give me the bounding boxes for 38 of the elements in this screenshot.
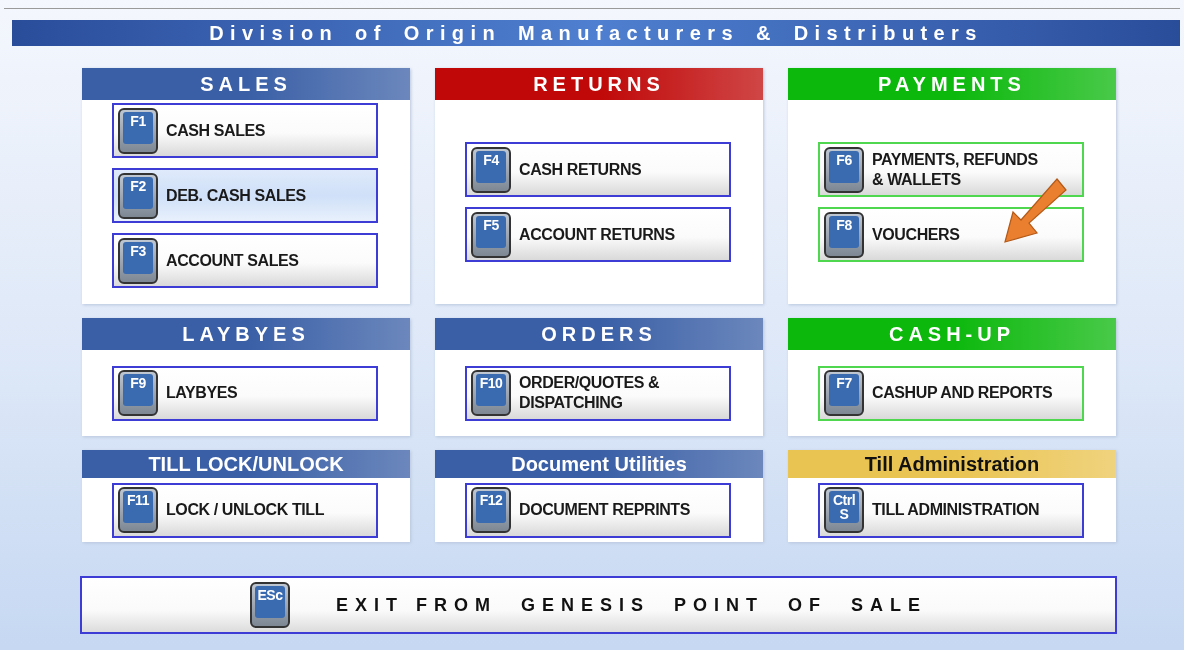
key-icon: F4 (471, 146, 511, 193)
key-icon: F2 (118, 172, 158, 219)
panel-heading: CASH-UP (788, 318, 1116, 350)
key-icon: F12 (471, 487, 511, 533)
key-icon: ESc (250, 582, 290, 628)
key-icon: F5 (471, 211, 511, 258)
menu-button[interactable]: F11 LOCK / UNLOCK TILL (112, 482, 378, 538)
panel-heading: Document Utilities (435, 450, 763, 478)
menu-button[interactable]: F3 ACCOUNT SALES (112, 233, 378, 288)
key-icon: Ctrl S (824, 487, 864, 533)
key-icon: F10 (471, 370, 511, 416)
key-icon: F1 (118, 107, 158, 154)
menu-button[interactable]: F8 VOUCHERS (818, 207, 1084, 262)
panel-heading: Till Administration (788, 450, 1116, 478)
menu-button[interactable]: F7 CASHUP AND REPORTS (818, 365, 1084, 421)
panel-heading: LAYBYES (82, 318, 410, 350)
key-icon: F8 (824, 211, 864, 258)
panel-heading: PAYMENTS (788, 68, 1116, 100)
key-icon: F3 (118, 237, 158, 284)
menu-button[interactable]: F6 PAYMENTS, REFUNDS & WALLETS (818, 142, 1084, 197)
menu-button[interactable]: F5 ACCOUNT RETURNS (465, 207, 731, 262)
panel-heading: RETURNS (435, 68, 763, 100)
menu-button[interactable]: F12 DOCUMENT REPRINTS (465, 482, 731, 538)
menu-button[interactable]: F1 CASH SALES (112, 103, 378, 158)
title-bar: Division of Origin Manufacturers & Distributers (12, 20, 1180, 46)
exit-button[interactable]: ESc EXIT FROM GENESIS POINT OF SALE (80, 576, 1117, 634)
key-icon: F9 (118, 370, 158, 416)
menu-button[interactable]: F10 ORDER/QUOTES & DISPATCHING (465, 365, 731, 421)
key-icon: F6 (824, 146, 864, 193)
panel-heading: ORDERS (435, 318, 763, 350)
menu-button[interactable]: F9 LAYBYES (112, 365, 378, 421)
panel-heading: TILL LOCK/UNLOCK (82, 450, 410, 478)
menu-button[interactable]: F4 CASH RETURNS (465, 142, 731, 197)
menu-button[interactable]: Ctrl S TILL ADMINISTRATION (818, 482, 1084, 538)
key-icon: F11 (118, 487, 158, 533)
panel-heading: SALES (82, 68, 410, 100)
menu-button[interactable]: F2 DEB. CASH SALES (112, 168, 378, 223)
key-icon: F7 (824, 370, 864, 416)
